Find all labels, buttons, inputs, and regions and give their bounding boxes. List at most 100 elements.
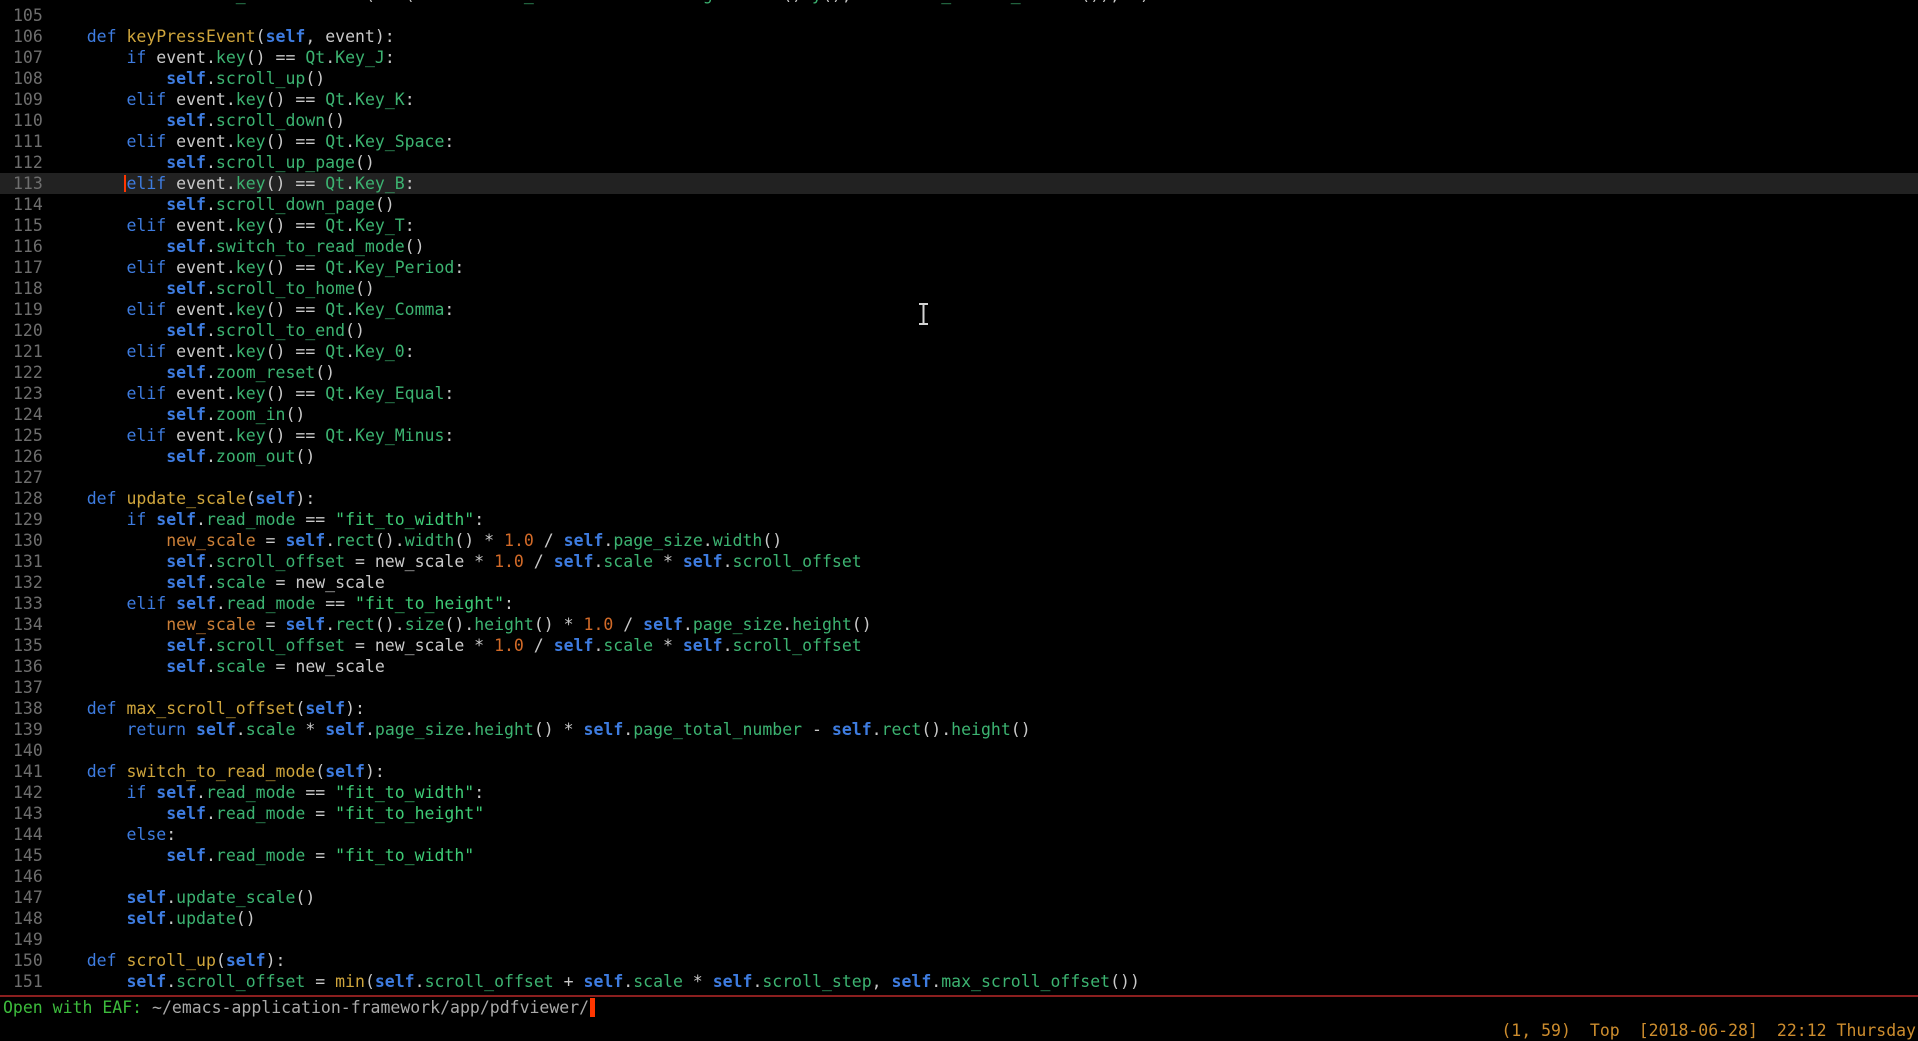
code-line[interactable]: 134 new_scale = self.rect().size().heigh… [0, 614, 1918, 635]
minibuffer[interactable]: Open with EAF: ~/emacs-application-frame… [3, 997, 595, 1018]
code-line[interactable]: 139 return self.scale * self.page_size.h… [0, 719, 1918, 740]
line-number: 119 [0, 299, 47, 320]
code-line[interactable]: 115 elif event.key() == Qt.Key_T: [0, 215, 1918, 236]
code-token: . [206, 363, 216, 382]
code-line[interactable]: 105 [0, 5, 1918, 26]
code-token: lif [136, 174, 166, 193]
code-token: . [703, 531, 713, 550]
code-line[interactable]: 128 def update_scale(self): [0, 488, 1918, 509]
code-area[interactable]: 104 self.scroll_offset = max(min(self.sc… [0, 0, 1918, 992]
line-number: 131 [0, 551, 47, 572]
code-line[interactable]: 136 self.scale = new_scale [0, 656, 1918, 677]
code-token: scale [633, 972, 683, 991]
code-token: . [345, 174, 355, 193]
code-line[interactable]: 117 elif event.key() == Qt.Key_Period: [0, 257, 1918, 278]
code-line[interactable]: 118 self.scroll_to_home() [0, 278, 1918, 299]
code-line[interactable]: 108 self.scroll_up() [0, 68, 1918, 89]
code-token: () [295, 888, 315, 907]
code-line[interactable]: 150 def scroll_up(self): [0, 950, 1918, 971]
code-token: scroll_offset [176, 0, 305, 4]
code-line[interactable]: 133 elif self.read_mode == "fit_to_heigh… [0, 593, 1918, 614]
code-token [47, 972, 126, 991]
line-number: 113 [0, 173, 47, 194]
code-line[interactable]: 146 [0, 866, 1918, 887]
line-number: 110 [0, 110, 47, 131]
code-token: * [295, 720, 325, 739]
line-number: 137 [0, 677, 47, 698]
code-token: . [325, 615, 335, 634]
code-line[interactable]: 123 elif event.key() == Qt.Key_Equal: [0, 383, 1918, 404]
code-line[interactable]: 113 elif event.key() == Qt.Key_B: [0, 173, 1918, 194]
code-token: ): [345, 699, 365, 718]
code-line[interactable]: 121 elif event.key() == Qt.Key_0: [0, 341, 1918, 362]
code-token: self [166, 111, 206, 130]
code-line[interactable]: 112 self.scroll_up_page() [0, 152, 1918, 173]
code-line[interactable]: 130 new_scale = self.rect().width() * 1.… [0, 530, 1918, 551]
code-line[interactable]: 119 elif event.key() == Qt.Key_Comma: [0, 299, 1918, 320]
code-line[interactable]: 111 elif event.key() == Qt.Key_Space: [0, 131, 1918, 152]
code-token: key [236, 216, 266, 235]
code-token: . [325, 531, 335, 550]
minibuffer-input[interactable]: ~/emacs-application-framework/app/pdfvie… [152, 998, 589, 1017]
code-token [47, 573, 166, 592]
code-token: zoom_out [216, 447, 295, 466]
code-token: ( [295, 699, 305, 718]
code-line[interactable]: 110 self.scroll_down() [0, 110, 1918, 131]
code-token: scroll_down [216, 111, 325, 130]
code-line[interactable]: 147 self.update_scale() [0, 887, 1918, 908]
code-line[interactable]: 142 if self.read_mode == "fit_to_width": [0, 782, 1918, 803]
code-token: self [166, 636, 206, 655]
code-token: key [236, 426, 266, 445]
code-line[interactable]: 120 self.scroll_to_end() [0, 320, 1918, 341]
code-line[interactable]: 109 elif event.key() == Qt.Key_K: [0, 89, 1918, 110]
code-token: . [593, 636, 603, 655]
code-token [47, 258, 126, 277]
code-line-text: elif self.read_mode == "fit_to_height": [47, 593, 514, 614]
code-line[interactable]: 131 self.scroll_offset = new_scale * 1.0… [0, 551, 1918, 572]
code-line[interactable]: 132 self.scale = new_scale [0, 572, 1918, 593]
code-token: self [156, 783, 196, 802]
code-line[interactable]: 122 self.zoom_reset() [0, 362, 1918, 383]
code-token: scroll_offset [733, 636, 862, 655]
code-line[interactable]: 125 elif event.key() == Qt.Key_Minus: [0, 425, 1918, 446]
code-token: . [345, 216, 355, 235]
code-token: elif [126, 90, 166, 109]
code-line[interactable]: 140 [0, 740, 1918, 761]
line-number: 124 [0, 404, 47, 425]
code-token: . [345, 300, 355, 319]
code-line[interactable]: 144 else: [0, 824, 1918, 845]
line-number: 142 [0, 782, 47, 803]
code-line[interactable]: 138 def max_scroll_offset(self): [0, 698, 1918, 719]
code-line[interactable]: 116 self.switch_to_read_mode() [0, 236, 1918, 257]
code-token: / [524, 636, 554, 655]
code-line[interactable]: 143 self.read_mode = "fit_to_height" [0, 803, 1918, 824]
code-line[interactable]: 148 self.update() [0, 908, 1918, 929]
tray-item: [2018-06-28] [1639, 1021, 1758, 1040]
code-line[interactable]: 137 [0, 677, 1918, 698]
code-token: key [236, 384, 266, 403]
code-line[interactable]: 145 self.read_mode = "fit_to_width" [0, 845, 1918, 866]
code-line[interactable]: 129 if self.read_mode == "fit_to_width": [0, 509, 1918, 530]
line-number: 118 [0, 278, 47, 299]
line-number: 150 [0, 950, 47, 971]
line-number: 117 [0, 257, 47, 278]
line-number: 108 [0, 68, 47, 89]
code-token: self [584, 720, 624, 739]
code-token: event. [166, 132, 236, 151]
code-token: () [375, 195, 395, 214]
code-line[interactable]: 126 self.zoom_out() [0, 446, 1918, 467]
code-line[interactable]: 127 [0, 467, 1918, 488]
code-line[interactable]: 114 self.scroll_down_page() [0, 194, 1918, 215]
code-token: () [405, 237, 425, 256]
code-line[interactable]: 107 if event.key() == Qt.Key_J: [0, 47, 1918, 68]
code-token: height [951, 720, 1011, 739]
code-line[interactable]: 151 self.scroll_offset = min(self.scroll… [0, 971, 1918, 992]
code-token [117, 762, 127, 781]
code-line[interactable]: 124 self.zoom_in() [0, 404, 1918, 425]
code-line[interactable]: 141 def switch_to_read_mode(self): [0, 761, 1918, 782]
code-line[interactable]: 149 [0, 929, 1918, 950]
code-token: = [305, 972, 335, 991]
code-line[interactable]: 106 def keyPressEvent(self, event): [0, 26, 1918, 47]
code-line[interactable]: 135 self.scroll_offset = new_scale * 1.0… [0, 635, 1918, 656]
code-token [47, 489, 87, 508]
